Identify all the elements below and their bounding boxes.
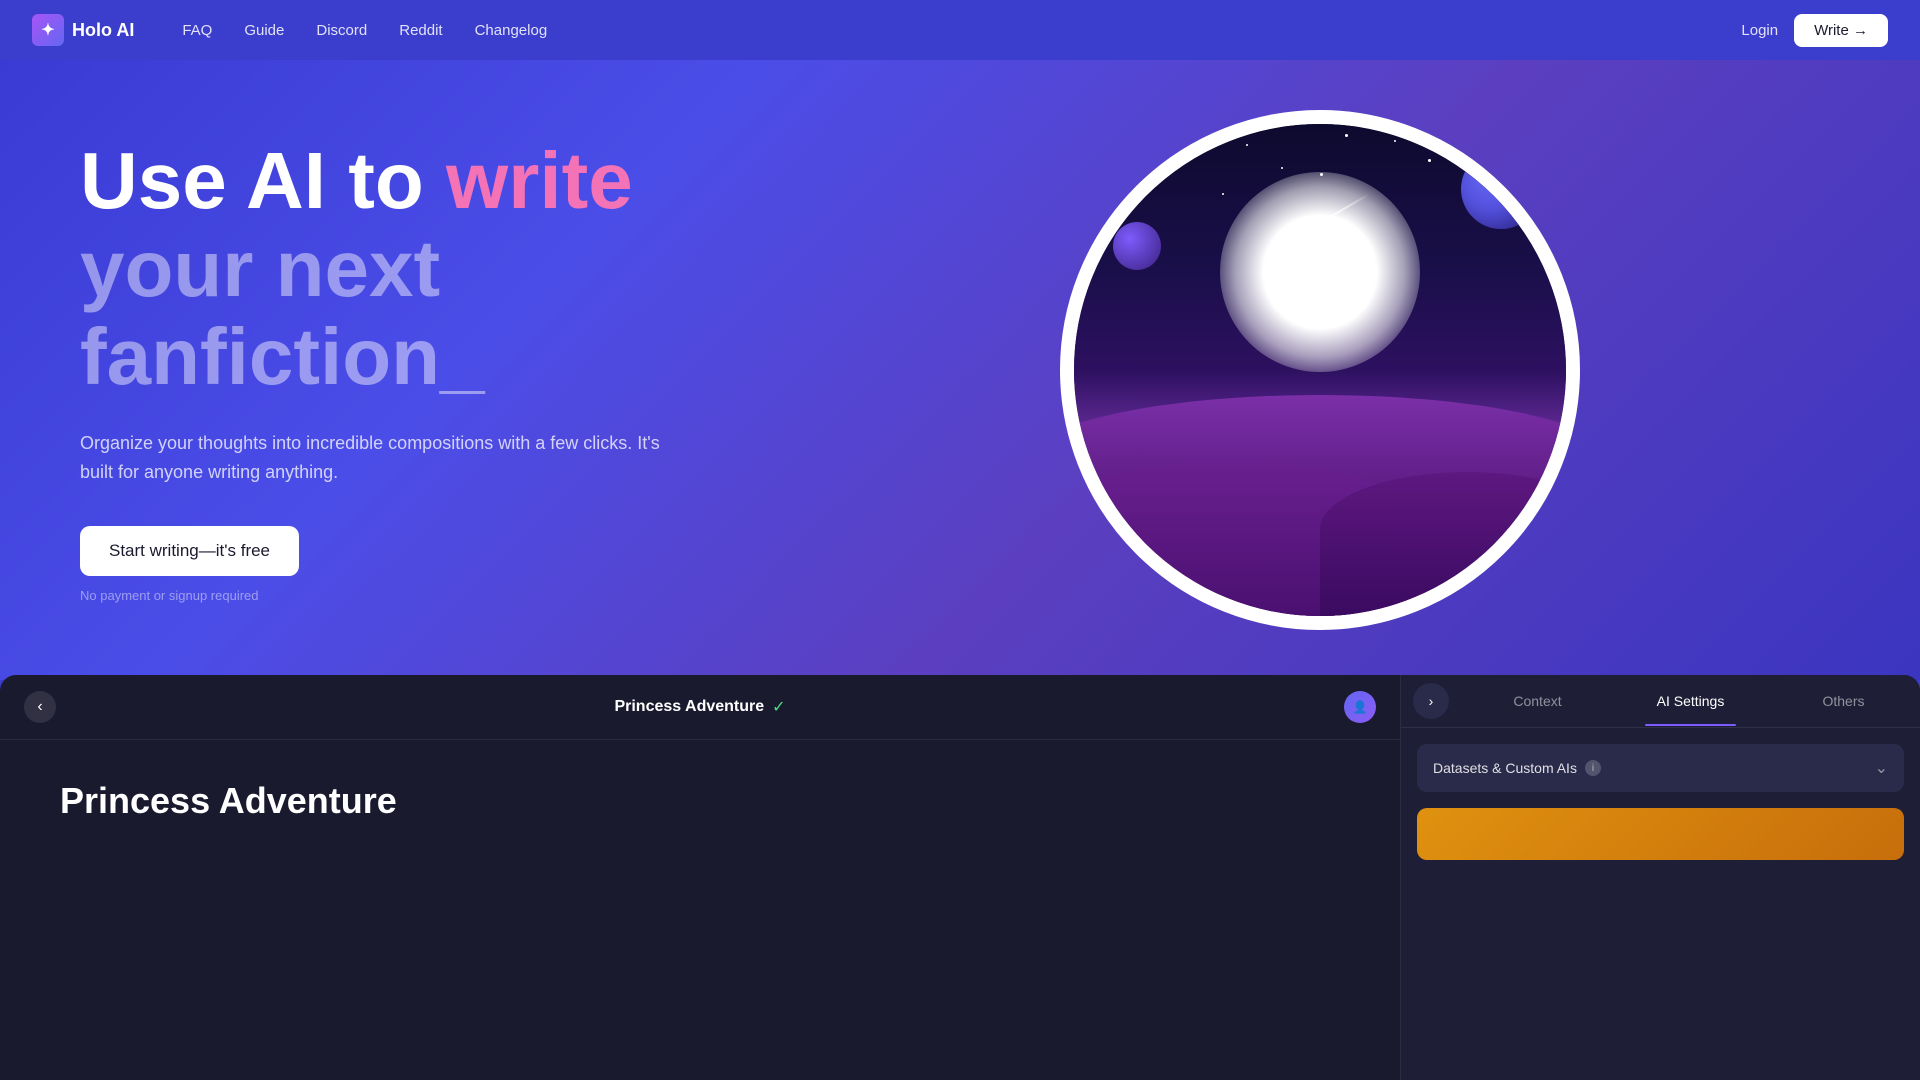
logo[interactable]: ✦ Holo AI bbox=[32, 14, 134, 46]
panel-tabs: › Context AI Settings Others bbox=[1401, 675, 1920, 728]
hero-note: No payment or signup required bbox=[80, 588, 800, 603]
chevron-down-icon: ⌄ bbox=[1875, 758, 1888, 778]
datasets-label-area: Datasets & Custom AIs i bbox=[1433, 760, 1601, 776]
hero-title: Use AI to write your next fanfiction_ bbox=[80, 137, 800, 401]
moon bbox=[1220, 172, 1420, 372]
nav-right: Login Write → bbox=[1741, 14, 1888, 47]
tab-others[interactable]: Others bbox=[1767, 677, 1920, 725]
illustration-circle bbox=[1060, 110, 1580, 630]
avatar: 👤 bbox=[1344, 691, 1376, 723]
star bbox=[1148, 179, 1150, 181]
hero-title-suffix: your next fanfiction_ bbox=[80, 224, 484, 401]
star bbox=[1428, 159, 1431, 162]
tab-context[interactable]: Context bbox=[1461, 677, 1614, 725]
datasets-label: Datasets & Custom AIs bbox=[1433, 760, 1577, 776]
info-icon[interactable]: i bbox=[1585, 760, 1601, 776]
logo-text: Holo AI bbox=[72, 20, 134, 41]
hero-left: Use AI to write your next fanfiction_ Or… bbox=[80, 137, 800, 604]
panel-left: ‹ Princess Adventure ✓ 👤 Princess Advent… bbox=[0, 675, 1400, 1080]
golden-action-button[interactable] bbox=[1417, 808, 1904, 860]
tab-ai-settings[interactable]: AI Settings bbox=[1614, 677, 1767, 725]
navbar: ✦ Holo AI FAQ Guide Discord Reddit Chang… bbox=[0, 0, 1920, 60]
nav-changelog[interactable]: Changelog bbox=[475, 22, 548, 39]
panel-content: Princess Adventure bbox=[0, 740, 1400, 1080]
nav-reddit[interactable]: Reddit bbox=[399, 22, 442, 39]
hill3 bbox=[1320, 472, 1580, 616]
panel-title-area: Princess Adventure ✓ bbox=[614, 697, 785, 717]
star bbox=[1394, 140, 1396, 142]
bottom-panel: ‹ Princess Adventure ✓ 👤 Princess Advent… bbox=[0, 675, 1920, 1080]
panel-title: Princess Adventure bbox=[614, 698, 764, 716]
star bbox=[1222, 193, 1224, 195]
panel-header: ‹ Princess Adventure ✓ 👤 bbox=[0, 675, 1400, 740]
hero-title-line2: your next fanfiction_ bbox=[80, 225, 800, 401]
hero-section: Use AI to write your next fanfiction_ Or… bbox=[0, 60, 1920, 680]
expand-button[interactable]: › bbox=[1413, 683, 1449, 719]
hero-title-highlight: write bbox=[446, 136, 633, 225]
check-icon: ✓ bbox=[772, 697, 785, 717]
star bbox=[1172, 154, 1175, 157]
nav-guide[interactable]: Guide bbox=[244, 22, 284, 39]
nav-faq[interactable]: FAQ bbox=[182, 22, 212, 39]
hero-title-line1: Use AI to write bbox=[80, 137, 800, 225]
hero-illustration bbox=[800, 110, 1840, 630]
nav-links: FAQ Guide Discord Reddit Changelog bbox=[182, 22, 547, 39]
datasets-row: Datasets & Custom AIs i ⌄ bbox=[1417, 744, 1904, 792]
write-button[interactable]: Write → bbox=[1794, 14, 1888, 47]
nav-discord[interactable]: Discord bbox=[316, 22, 367, 39]
ground bbox=[1074, 395, 1566, 616]
panel-right-body: Datasets & Custom AIs i ⌄ bbox=[1401, 728, 1920, 1080]
back-button[interactable]: ‹ bbox=[24, 691, 56, 723]
star bbox=[1345, 134, 1348, 137]
panel-right: › Context AI Settings Others Datasets & … bbox=[1400, 675, 1920, 1080]
star bbox=[1458, 163, 1461, 166]
planet2 bbox=[1461, 149, 1541, 229]
cta-button[interactable]: Start writing—it's free bbox=[80, 526, 299, 576]
story-title: Princess Adventure bbox=[60, 780, 1340, 822]
logo-icon: ✦ bbox=[32, 14, 64, 46]
star bbox=[1246, 144, 1248, 146]
login-link[interactable]: Login bbox=[1741, 22, 1778, 39]
star bbox=[1281, 167, 1283, 169]
hero-description: Organize your thoughts into incredible c… bbox=[80, 429, 680, 487]
star bbox=[1123, 148, 1125, 150]
hero-title-prefix: Use AI to bbox=[80, 136, 446, 225]
